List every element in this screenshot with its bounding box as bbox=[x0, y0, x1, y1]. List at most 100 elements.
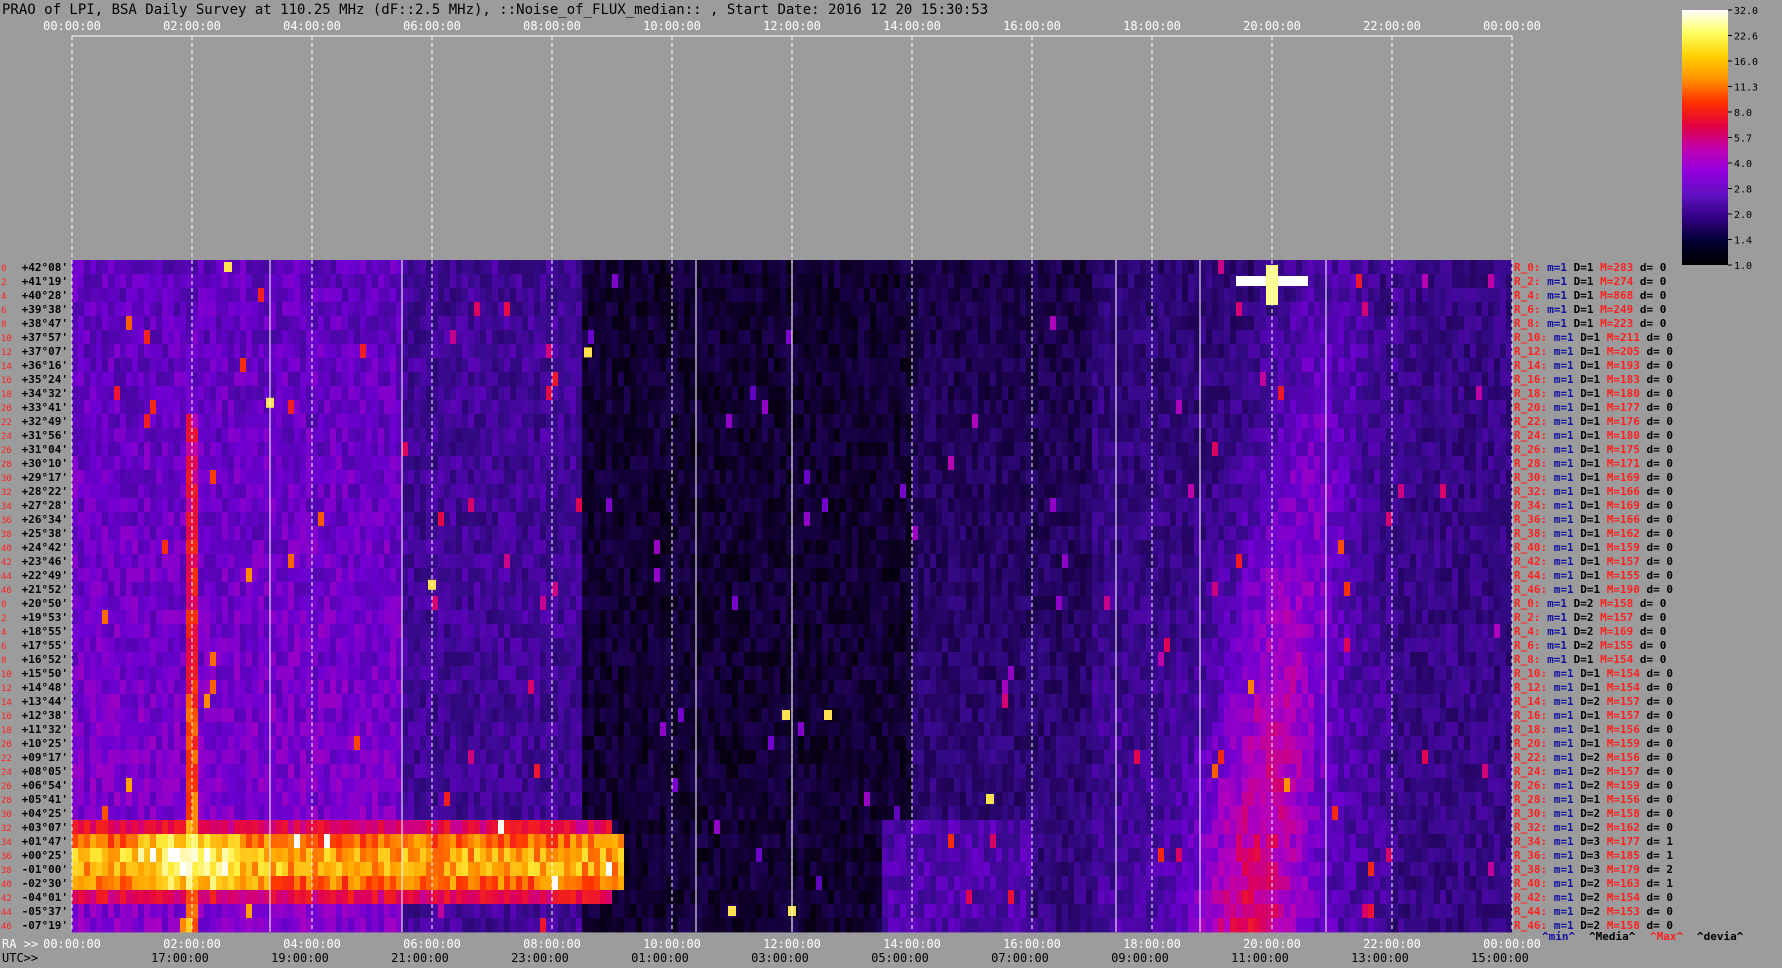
heat-cell bbox=[924, 386, 930, 401]
heat-cell bbox=[444, 316, 450, 331]
heat-cell bbox=[1164, 428, 1170, 443]
heat-cell bbox=[606, 400, 612, 415]
heat-cell bbox=[258, 288, 264, 303]
heat-cell bbox=[810, 358, 816, 373]
heat-cell bbox=[1176, 442, 1182, 457]
heat-cell bbox=[612, 414, 618, 429]
heat-cell bbox=[336, 372, 342, 387]
heat-cell bbox=[1356, 316, 1362, 331]
heat-cell bbox=[846, 414, 852, 429]
heat-cell bbox=[888, 316, 894, 331]
heat-cell bbox=[864, 414, 870, 429]
heat-cell bbox=[1116, 358, 1122, 373]
heat-cell bbox=[756, 442, 762, 457]
heat-cell bbox=[456, 386, 462, 401]
heat-cell bbox=[960, 470, 966, 485]
heat-cell bbox=[198, 484, 204, 499]
heat-cell bbox=[102, 288, 108, 303]
heat-cell bbox=[1140, 274, 1146, 289]
heat-cell bbox=[840, 428, 846, 443]
heat-cell bbox=[1050, 512, 1056, 527]
heat-cell bbox=[1464, 274, 1470, 289]
heat-cell bbox=[930, 456, 936, 471]
heat-cell bbox=[594, 330, 600, 345]
heat-cell bbox=[654, 274, 660, 289]
heat-cell bbox=[972, 344, 978, 359]
heat-cell bbox=[630, 428, 636, 443]
heat-cell bbox=[1428, 456, 1434, 471]
heat-cell bbox=[438, 330, 444, 345]
heat-cell bbox=[324, 288, 330, 303]
heat-cell bbox=[1260, 400, 1266, 415]
heat-cell bbox=[1230, 288, 1236, 303]
heat-cell bbox=[636, 540, 642, 555]
heat-cell bbox=[1272, 526, 1278, 541]
heat-cell bbox=[132, 400, 138, 415]
heat-cell bbox=[1020, 316, 1026, 331]
heat-cell bbox=[960, 400, 966, 415]
heat-cell bbox=[456, 344, 462, 359]
heat-cell bbox=[1224, 498, 1230, 513]
heat-cell bbox=[672, 386, 678, 401]
heat-cell bbox=[558, 386, 564, 401]
heat-cell bbox=[1116, 428, 1122, 443]
heat-cell bbox=[1350, 470, 1356, 485]
heat-cell bbox=[1068, 358, 1074, 373]
heat-cell bbox=[1032, 442, 1038, 457]
heat-cell bbox=[786, 274, 792, 289]
heat-cell bbox=[516, 260, 522, 275]
heat-cell bbox=[432, 344, 438, 359]
heat-cell bbox=[1158, 330, 1164, 345]
heat-cell bbox=[1098, 400, 1104, 415]
heat-cell bbox=[924, 316, 930, 331]
heat-cell bbox=[240, 274, 246, 289]
heat-cell bbox=[912, 358, 918, 373]
heat-cell bbox=[1032, 456, 1038, 471]
heat-cell bbox=[1188, 526, 1194, 541]
heat-cell bbox=[450, 442, 456, 457]
heat-cell bbox=[486, 540, 492, 555]
heat-cell bbox=[1470, 470, 1476, 485]
heat-cell bbox=[618, 386, 624, 401]
heat-cell bbox=[1326, 526, 1332, 541]
heat-cell bbox=[354, 288, 360, 303]
heat-cell bbox=[240, 288, 246, 303]
heat-cell bbox=[618, 456, 624, 471]
heat-cell bbox=[1326, 456, 1332, 471]
heat-cell bbox=[1098, 540, 1104, 555]
heat-cell bbox=[954, 372, 960, 387]
heat-cell bbox=[798, 512, 804, 527]
heat-cell bbox=[1446, 428, 1452, 443]
heat-cell bbox=[504, 358, 510, 373]
heat-cell bbox=[756, 498, 762, 513]
heat-cell bbox=[222, 428, 228, 443]
heat-cell bbox=[684, 358, 690, 373]
heat-cell bbox=[1344, 512, 1350, 527]
heat-cell bbox=[276, 330, 282, 345]
heat-cell bbox=[1200, 442, 1206, 457]
heat-cell bbox=[846, 456, 852, 471]
heat-cell bbox=[252, 540, 258, 555]
heat-cell bbox=[1470, 288, 1476, 303]
heat-cell bbox=[420, 260, 426, 275]
heat-cell bbox=[672, 456, 678, 471]
heat-cell bbox=[870, 288, 876, 303]
heat-cell bbox=[774, 386, 780, 401]
heat-cell bbox=[1356, 386, 1362, 401]
heat-cell bbox=[1152, 428, 1158, 443]
heat-cell bbox=[1194, 540, 1200, 555]
heat-cell bbox=[1176, 400, 1182, 415]
heat-cell bbox=[948, 526, 954, 541]
heat-cell bbox=[402, 512, 408, 527]
heat-cell bbox=[1188, 386, 1194, 401]
heat-cell bbox=[300, 414, 306, 429]
heat-cell bbox=[1074, 414, 1080, 429]
heat-cell bbox=[516, 274, 522, 289]
heat-cell bbox=[1458, 302, 1464, 317]
heat-cell bbox=[240, 358, 246, 373]
heat-cell bbox=[912, 456, 918, 471]
heat-cell bbox=[714, 428, 720, 443]
heat-cell bbox=[1044, 330, 1050, 345]
heat-cell bbox=[276, 386, 282, 401]
heat-cell bbox=[1176, 456, 1182, 471]
